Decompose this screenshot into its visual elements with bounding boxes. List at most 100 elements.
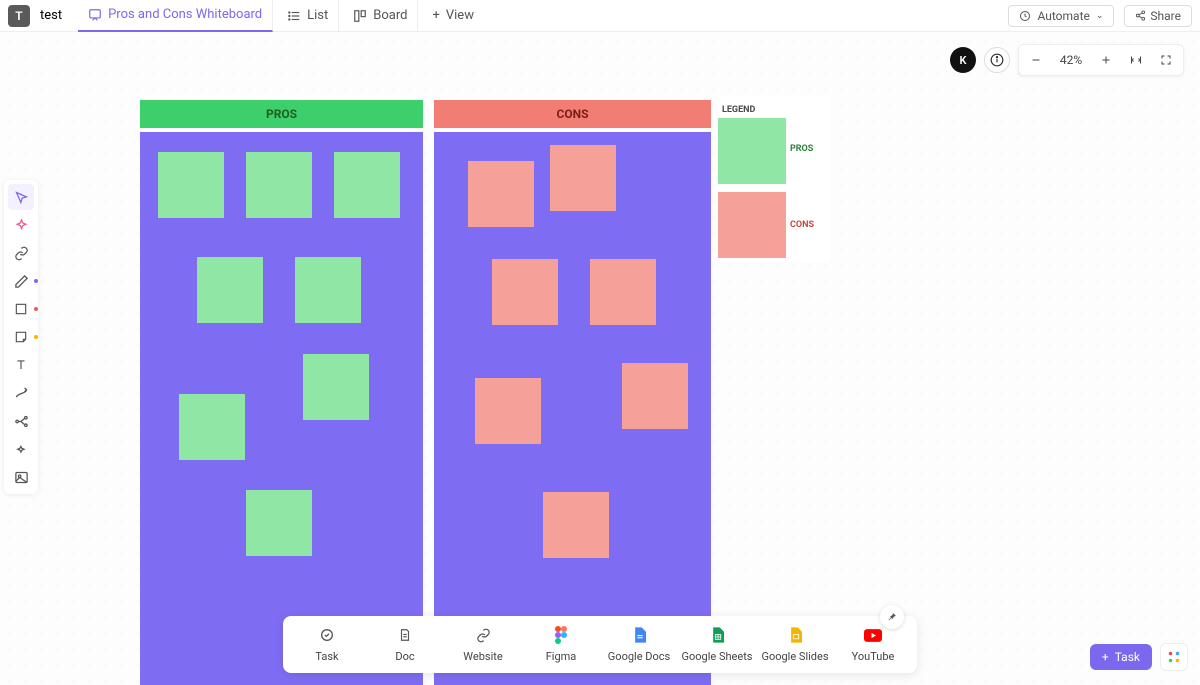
cons-sticky[interactable] <box>622 363 688 429</box>
add-view-label: View <box>446 8 474 23</box>
insert-label: Task <box>315 650 338 663</box>
tool-link[interactable] <box>8 240 34 266</box>
insert-label: YouTube <box>852 650 895 663</box>
pros-sticky[interactable] <box>197 257 263 323</box>
apps-button[interactable] <box>1160 643 1188 671</box>
legend-label-pros: PROS <box>790 144 813 154</box>
google-docs-icon <box>630 626 648 644</box>
automate-icon <box>1019 10 1031 22</box>
fullscreen-button[interactable] <box>1151 47 1181 73</box>
chevron-down-icon: ⌄ <box>1096 11 1104 21</box>
view-tab-label: Pros and Cons Whiteboard <box>108 7 262 22</box>
insert-label: Doc <box>395 650 414 663</box>
whiteboard-icon <box>88 8 102 22</box>
cons-header[interactable]: CONS <box>434 100 711 128</box>
pros-sticky[interactable] <box>334 152 400 218</box>
list-icon <box>287 9 301 23</box>
add-view-button[interactable]: + View <box>422 0 484 32</box>
pros-header[interactable]: PROS <box>140 100 423 128</box>
share-button[interactable]: Share <box>1124 5 1192 27</box>
zoom-out-button[interactable] <box>1021 47 1051 73</box>
canvas-top-controls: K 42% <box>950 44 1184 76</box>
left-toolbar <box>4 180 38 494</box>
zoom-in-button[interactable] <box>1091 47 1121 73</box>
share-label: Share <box>1150 9 1181 23</box>
tool-magic[interactable] <box>8 436 34 462</box>
insert-figma[interactable]: Figma <box>523 624 599 665</box>
insert-task[interactable]: Task <box>289 624 365 665</box>
insert-label: Website <box>463 650 502 663</box>
figma-icon <box>552 626 570 644</box>
pros-sticky[interactable] <box>179 394 245 460</box>
zoom-controls: 42% <box>1018 44 1184 76</box>
cons-sticky[interactable] <box>543 492 609 558</box>
cons-sticky[interactable] <box>492 259 558 325</box>
tool-pen[interactable] <box>8 268 34 294</box>
view-tab-list[interactable]: List <box>277 0 339 32</box>
pros-header-label: PROS <box>266 107 297 121</box>
insert-doc[interactable]: Doc <box>367 624 443 665</box>
user-avatar[interactable]: K <box>950 47 976 73</box>
share-icon <box>1135 10 1146 21</box>
legend[interactable]: LEGEND PROS CONS <box>718 96 830 262</box>
pros-sticky[interactable] <box>295 257 361 323</box>
legend-title: LEGEND <box>722 105 755 115</box>
tool-text[interactable] <box>8 352 34 378</box>
plus-icon: + <box>1102 650 1109 664</box>
whiteboard-canvas[interactable]: PROS CONS LEGEND PROS CONS <box>0 32 1200 685</box>
legend-label-cons: CONS <box>790 220 814 230</box>
view-tab-label: Board <box>373 8 407 23</box>
doc-icon <box>396 626 414 644</box>
google-slides-icon <box>786 626 804 644</box>
insert-website[interactable]: Website <box>445 624 521 665</box>
board-icon <box>353 9 367 23</box>
insert-google-sheets[interactable]: Google Sheets <box>679 624 755 665</box>
tool-mindmap[interactable] <box>8 408 34 434</box>
pros-sticky[interactable] <box>246 152 312 218</box>
insert-google-slides[interactable]: Google Slides <box>757 624 833 665</box>
website-icon <box>474 626 492 644</box>
fit-width-button[interactable] <box>1121 47 1151 73</box>
cons-sticky[interactable] <box>550 145 616 211</box>
cons-sticky[interactable] <box>468 161 534 227</box>
tool-select[interactable] <box>8 184 34 210</box>
insert-bar: Task Doc Website Figma Google Docs Googl… <box>283 616 917 673</box>
tool-sticky[interactable] <box>8 324 34 350</box>
view-tab-label: List <box>307 8 328 23</box>
legend-swatch-pros <box>718 118 786 184</box>
tool-shape[interactable] <box>8 296 34 322</box>
insert-label: Google Slides <box>761 650 828 663</box>
tool-ai[interactable] <box>8 212 34 238</box>
insert-label: Google Sheets <box>682 650 753 663</box>
workspace-name[interactable]: test <box>40 8 62 23</box>
task-icon <box>318 626 336 644</box>
youtube-icon <box>864 626 882 644</box>
create-task-button[interactable]: + Task <box>1090 644 1152 670</box>
legend-swatch-cons <box>718 192 786 258</box>
insert-label: Google Docs <box>608 650 670 663</box>
workspace-avatar[interactable]: T <box>8 5 30 27</box>
view-tab-board[interactable]: Board <box>343 0 418 32</box>
insert-google-docs[interactable]: Google Docs <box>601 624 677 665</box>
pros-sticky[interactable] <box>303 354 369 420</box>
info-button[interactable] <box>984 47 1010 73</box>
automate-label: Automate <box>1037 9 1089 23</box>
automate-button[interactable]: Automate ⌄ <box>1008 5 1114 27</box>
pin-toolbar-button[interactable] <box>880 605 904 629</box>
tool-image[interactable] <box>8 464 34 490</box>
google-sheets-icon <box>708 626 726 644</box>
pros-sticky[interactable] <box>158 152 224 218</box>
insert-youtube[interactable]: YouTube <box>835 624 911 665</box>
pros-sticky[interactable] <box>246 490 312 556</box>
cons-sticky[interactable] <box>475 378 541 444</box>
insert-label: Figma <box>546 650 577 663</box>
plus-icon: + <box>432 8 439 23</box>
top-bar: T test Pros and Cons Whiteboard List Boa… <box>0 0 1200 32</box>
cons-header-label: CONS <box>557 107 589 121</box>
cons-sticky[interactable] <box>590 259 656 325</box>
zoom-percent[interactable]: 42% <box>1051 47 1091 73</box>
view-tab-whiteboard[interactable]: Pros and Cons Whiteboard <box>78 0 273 32</box>
tool-connector[interactable] <box>8 380 34 406</box>
bottom-right-controls: + Task <box>1090 643 1188 671</box>
task-button-label: Task <box>1115 650 1140 664</box>
